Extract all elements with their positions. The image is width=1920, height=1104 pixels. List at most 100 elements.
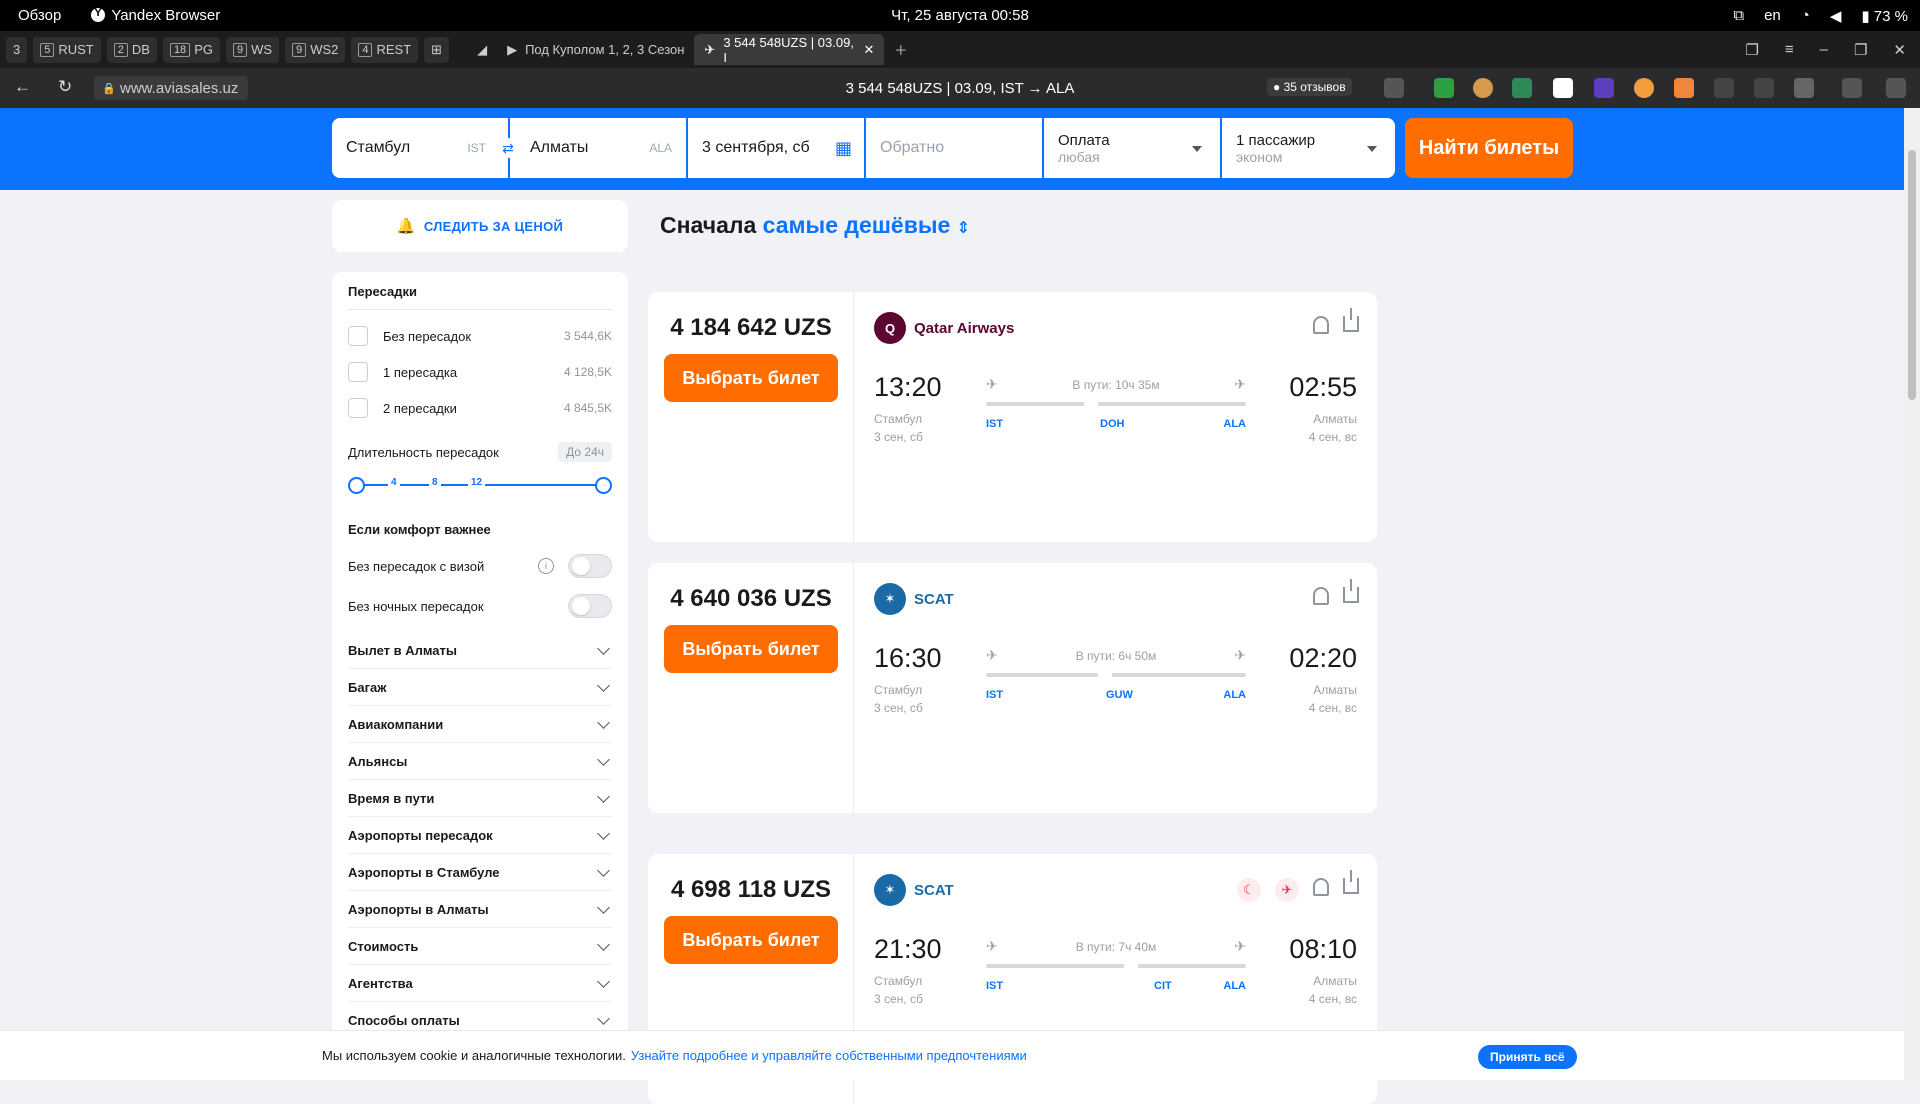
select-ticket-button[interactable]: Выбрать билет bbox=[664, 916, 838, 964]
sort-select[interactable]: самые дешёвые ⇕ bbox=[763, 212, 970, 238]
filter-section[interactable]: Багаж bbox=[348, 669, 612, 706]
extension-icon[interactable] bbox=[1594, 78, 1614, 98]
tab-aviasales[interactable]: ✈ 3 544 548UZS | 03.09, I ✕ bbox=[694, 34, 885, 65]
return-date-field[interactable]: Обратно bbox=[866, 118, 1042, 178]
origin-field[interactable]: Стамбул IST bbox=[332, 118, 508, 178]
screenshot-icon[interactable] bbox=[1842, 78, 1862, 98]
workspace-4[interactable]: 9 WS bbox=[225, 36, 280, 63]
fox-icon[interactable] bbox=[1674, 78, 1694, 98]
scrollbar-thumb[interactable] bbox=[1908, 150, 1916, 400]
workspace-5[interactable]: 9 WS2 bbox=[285, 36, 346, 63]
accept-all-button[interactable]: Принять всё bbox=[1478, 1045, 1577, 1069]
select-ticket-button[interactable]: Выбрать билет bbox=[664, 354, 838, 402]
filter-section[interactable]: Аэропорты в Алматы bbox=[348, 891, 612, 928]
close-tab-icon[interactable]: ✕ bbox=[864, 42, 875, 58]
cookie-icon[interactable] bbox=[1473, 78, 1493, 98]
battery-saver-icon[interactable] bbox=[1794, 78, 1814, 98]
slider-handle-min[interactable] bbox=[348, 477, 365, 494]
keyboard-lang[interactable]: en bbox=[1764, 7, 1781, 24]
menu-icon[interactable]: ≡ bbox=[1785, 41, 1794, 59]
select-ticket-button[interactable]: Выбрать билет bbox=[664, 625, 838, 673]
no-visa-transfer-toggle[interactable] bbox=[568, 554, 612, 578]
night-flight-icon[interactable]: ☾ bbox=[1237, 878, 1261, 902]
shield-icon[interactable] bbox=[1434, 78, 1454, 98]
ticket-card[interactable]: 4 184 642 UZS Выбрать билет Q Qatar Airw… bbox=[648, 292, 1377, 542]
no-night-transfer-toggle[interactable] bbox=[568, 594, 612, 618]
bookmark-icon[interactable] bbox=[1384, 78, 1404, 98]
window-switch-icon[interactable]: ⧉ bbox=[1733, 7, 1744, 24]
filter-section[interactable]: Время в пути bbox=[348, 780, 612, 817]
volume-icon[interactable]: ◀ bbox=[1830, 7, 1842, 25]
restore-icon[interactable]: ❐ bbox=[1854, 41, 1867, 59]
share-icon[interactable] bbox=[1343, 870, 1359, 894]
filter-section[interactable]: Альянсы bbox=[348, 743, 612, 780]
os-top-bar: Обзор Yandex Browser Чт, 25 августа 00:5… bbox=[0, 0, 1920, 31]
slider-handle-max[interactable] bbox=[595, 477, 612, 494]
stops-option-1[interactable]: 1 пересадка 4 128,5K bbox=[348, 354, 612, 390]
cookie-text: Мы используем cookie и аналогичные техно… bbox=[322, 1048, 626, 1063]
extension-icon[interactable] bbox=[1754, 78, 1774, 98]
share-icon[interactable] bbox=[1343, 579, 1359, 603]
stop-marker bbox=[1124, 964, 1138, 968]
workspace-6[interactable]: 4 REST bbox=[351, 36, 419, 63]
back-icon[interactable]: ← bbox=[14, 77, 31, 97]
workspace-1[interactable]: 5 RUST bbox=[33, 36, 101, 63]
workspace-0[interactable]: 3 bbox=[6, 36, 28, 63]
close-window-icon[interactable]: ✕ bbox=[1893, 41, 1906, 59]
no-visa-transfer-row: Без пересадок с визой i bbox=[348, 546, 612, 586]
cookie-preferences-link[interactable]: Узнайте подробнее и управляйте собственн… bbox=[631, 1048, 1027, 1063]
bell-icon[interactable] bbox=[1313, 587, 1329, 605]
stops-option-0[interactable]: Без пересадок 3 544,6K bbox=[348, 318, 612, 354]
filter-section[interactable]: Аэропорты пересадок bbox=[348, 817, 612, 854]
passengers-select[interactable]: 1 пассажир эконом bbox=[1222, 118, 1395, 178]
extension-icon[interactable] bbox=[1714, 78, 1734, 98]
minimize-icon[interactable]: – bbox=[1820, 41, 1828, 59]
notion-icon[interactable] bbox=[1553, 78, 1573, 98]
download-icon[interactable] bbox=[1886, 78, 1906, 98]
url-field[interactable]: 🔒 www.aviasales.uz bbox=[94, 76, 249, 100]
new-workspace-icon[interactable]: ⊞ bbox=[424, 36, 450, 63]
extension-icon[interactable] bbox=[1512, 78, 1532, 98]
page-scrollbar[interactable] bbox=[1904, 108, 1920, 1080]
filter-section[interactable]: Аэропорты в Стамбуле bbox=[348, 854, 612, 891]
filter-section[interactable]: Стоимость bbox=[348, 928, 612, 965]
payment-select[interactable]: Оплата любая bbox=[1044, 118, 1220, 178]
reviews-badge[interactable]: ● 35 отзывов bbox=[1267, 78, 1352, 96]
share-icon[interactable] bbox=[1343, 308, 1359, 332]
bell-icon[interactable] bbox=[1313, 878, 1329, 896]
checkbox[interactable] bbox=[348, 326, 368, 346]
extension-icon[interactable] bbox=[1634, 78, 1654, 98]
battery-status[interactable]: ▮ 73 % bbox=[1861, 7, 1908, 25]
tab-label: 3 544 548UZS | 03.09, I bbox=[723, 34, 854, 65]
bookmarks-icon[interactable]: ❐ bbox=[1745, 41, 1758, 59]
checkbox[interactable] bbox=[348, 362, 368, 382]
bell-icon[interactable] bbox=[1313, 316, 1329, 334]
self-transfer-icon[interactable]: ✈ bbox=[1275, 878, 1299, 902]
destination-field[interactable]: Алматы ALA bbox=[510, 118, 686, 178]
stops-option-2[interactable]: 2 пересадки 4 845,5K bbox=[348, 390, 612, 426]
filter-section[interactable]: Авиакомпании bbox=[348, 706, 612, 743]
swap-icon[interactable]: ⇄ bbox=[498, 138, 518, 158]
layover-duration-slider[interactable]: 4 8 12 bbox=[348, 470, 612, 500]
find-tickets-button[interactable]: Найти билеты bbox=[1405, 118, 1573, 178]
tab-pinned-icon[interactable]: ◢ bbox=[467, 34, 497, 65]
origin-city: Стамбул bbox=[346, 139, 411, 156]
reload-icon[interactable]: ↻ bbox=[58, 77, 72, 97]
info-icon[interactable]: i bbox=[538, 558, 554, 574]
departure-date-field[interactable]: 3 сентября, сб ▦ bbox=[688, 118, 864, 178]
calendar-icon[interactable]: ▦ bbox=[835, 138, 852, 159]
tab-video[interactable]: ▶ Под Куполом 1, 2, 3 Сезон bbox=[497, 34, 694, 65]
checkbox[interactable] bbox=[348, 398, 368, 418]
wifi-icon[interactable]: ◔ bbox=[1801, 7, 1810, 24]
filter-section[interactable]: Вылет в Алматы bbox=[348, 632, 612, 669]
filter-section[interactable]: Агентства bbox=[348, 965, 612, 1002]
workspace-3[interactable]: 18 PG bbox=[162, 36, 220, 63]
watch-price-button[interactable]: 🔔 СЛЕДИТЬ ЗА ЦЕНОЙ bbox=[332, 200, 628, 252]
ticket-card[interactable]: 4 640 036 UZS Выбрать билет ✶ SCAT 16:30… bbox=[648, 563, 1377, 813]
workspace-2[interactable]: 2 DB bbox=[106, 36, 157, 63]
clock[interactable]: Чт, 25 августа 00:58 bbox=[891, 7, 1029, 24]
new-tab-button[interactable]: ＋ bbox=[884, 34, 917, 65]
watch-price-label: СЛЕДИТЬ ЗА ЦЕНОЙ bbox=[423, 218, 564, 234]
app-name[interactable]: Yandex Browser bbox=[91, 7, 220, 24]
overview-button[interactable]: Обзор bbox=[18, 7, 61, 24]
